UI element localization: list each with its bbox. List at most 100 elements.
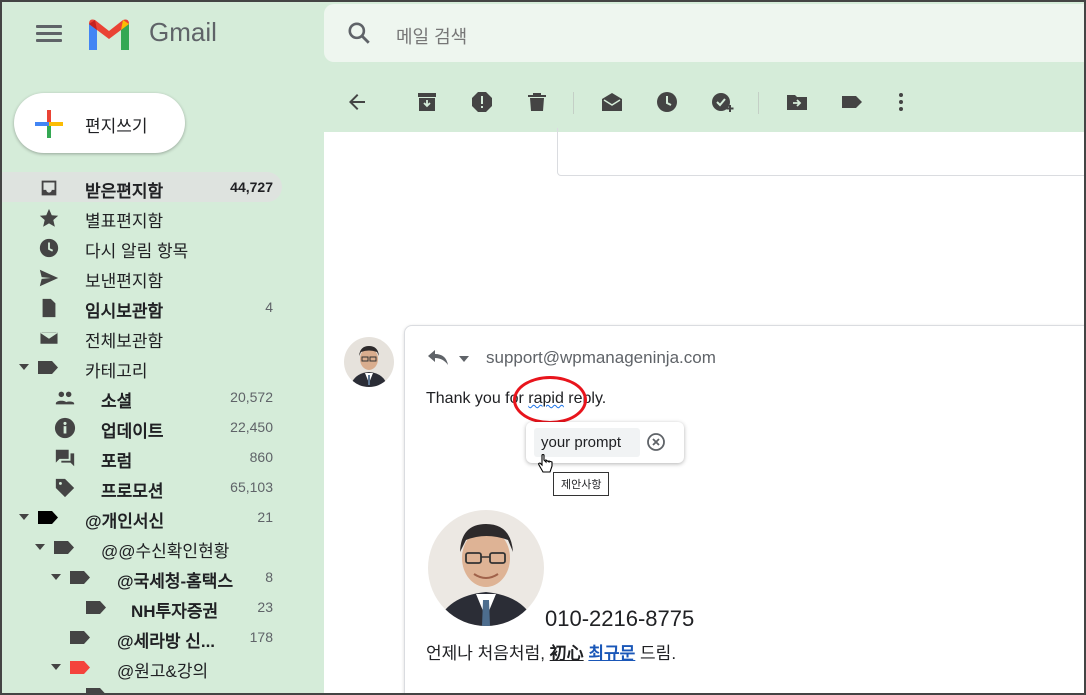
expand-arrow-icon[interactable] (51, 664, 61, 670)
archive-icon[interactable] (415, 90, 439, 114)
compose-button[interactable]: 편지쓰기 (14, 93, 185, 153)
message-view: support@wpmanageninja.com Thank you for … (324, 128, 1086, 695)
forum-icon (55, 449, 75, 467)
sidebar-item-forums[interactable]: 포럼 860 (0, 442, 282, 472)
sidebar-item-inbox[interactable]: 받은편지함 44,727 (0, 172, 282, 202)
mail-icon (39, 330, 59, 346)
label-icon (70, 661, 90, 674)
toolbar-divider (573, 92, 574, 114)
sidebar-item-nts-hometax[interactable]: @국세청-홈택스 8 (0, 562, 282, 592)
sidebar-item-label: @개인서신 (85, 512, 165, 531)
label-icon (70, 631, 90, 644)
sidebar-item-label: 업데이트 (101, 422, 164, 441)
search-input[interactable]: 메일 검색 (396, 23, 467, 49)
unread-count: 178 (249, 629, 273, 645)
expand-arrow-icon[interactable] (51, 574, 61, 580)
star-icon (39, 208, 59, 227)
unread-count: 21 (257, 509, 273, 525)
unread-count: 23 (257, 599, 273, 615)
sidebar-item-partial[interactable] (0, 682, 282, 695)
sidebar-item-starred[interactable]: 별표편지함 (0, 202, 282, 232)
sidebar-item-label: 포럼 (101, 452, 133, 471)
compose-plus-icon (35, 110, 63, 138)
draft-icon (42, 298, 56, 318)
sidebar-item-updates[interactable]: 업데이트 22,450 (0, 412, 282, 442)
app-name: Gmail (149, 17, 217, 47)
sidebar-item-personal[interactable]: @개인서신 21 (0, 502, 282, 532)
suggestion-tooltip: 제안사항 (553, 472, 610, 496)
sidebar-item-label: 별표편지함 (85, 212, 164, 231)
reply-type-dropdown-icon[interactable] (459, 356, 469, 362)
sidebar-item-label: @세라방 신... (117, 632, 216, 651)
label-icon (86, 601, 106, 614)
sidebar-item-label: @국세청-홈택스 (117, 572, 234, 591)
sidebar-item-categories[interactable]: 카테고리 (0, 352, 282, 382)
add-task-icon[interactable] (710, 90, 734, 114)
signature-phone: 010-2216-8775 (545, 606, 695, 631)
label-icon (54, 541, 74, 554)
report-spam-icon[interactable] (470, 90, 494, 114)
sidebar-item-sent[interactable]: 보낸편지함 (0, 262, 282, 292)
highlight-circle (513, 376, 587, 424)
sidebar-item-all-mail[interactable]: 전체보관함 (0, 322, 282, 352)
hand-cursor-icon (538, 454, 553, 473)
sidebar-item-label: 보낸편지함 (85, 272, 164, 291)
signature-prefix: 언제나 처음처럼, (426, 644, 550, 663)
sidebar-item-serabang[interactable]: @세라방 신... 178 (0, 622, 282, 652)
info-icon (54, 417, 76, 439)
sidebar-item-drafts[interactable]: 임시보관함 4 (0, 292, 282, 322)
message-toolbar (324, 72, 1086, 132)
previous-message-card (557, 128, 1086, 176)
expand-arrow-icon[interactable] (19, 364, 29, 370)
unread-count: 22,450 (230, 419, 273, 435)
sidebar-item-label: 소셜 (101, 392, 133, 411)
expand-arrow-icon[interactable] (19, 514, 29, 520)
tag-icon (55, 478, 75, 498)
sidebar-item-nh-securities[interactable]: NH투자증권 23 (0, 592, 282, 622)
dismiss-suggestion-icon[interactable] (646, 432, 666, 452)
sidebar-item-label: 임시보관함 (85, 302, 164, 321)
signature-suffix: 드림. (635, 644, 677, 663)
main-menu-icon[interactable] (36, 22, 62, 44)
expand-arrow-icon[interactable] (35, 544, 45, 550)
unread-count: 4 (265, 299, 273, 315)
reply-compose-card[interactable]: support@wpmanageninja.com Thank you for … (404, 325, 1086, 695)
unread-count: 860 (249, 449, 273, 465)
more-vert-icon[interactable] (889, 90, 913, 114)
sidebar-item-label: @@수신확인현황 (101, 542, 230, 561)
sidebar-item-manuscripts[interactable]: @원고&강의 (0, 652, 282, 682)
label-icon (38, 511, 58, 524)
signature-chinese: 初心 (549, 644, 584, 664)
delete-icon[interactable] (525, 90, 549, 114)
sidebar-item-social[interactable]: 소셜 20,572 (0, 382, 282, 412)
move-to-icon[interactable] (785, 90, 809, 114)
unread-count: 8 (265, 569, 273, 585)
unread-count: 20,572 (230, 389, 273, 405)
send-icon (39, 269, 59, 287)
recipient-address[interactable]: support@wpmanageninja.com (486, 348, 716, 368)
snooze-icon[interactable] (655, 90, 679, 114)
label-icon (38, 361, 58, 374)
label-icon (86, 688, 106, 695)
sidebar-item-label: NH투자증권 (131, 602, 219, 621)
sidebar-item-label: 전체보관함 (85, 332, 164, 351)
signature-name-link[interactable]: 최규문 (588, 644, 635, 663)
back-arrow-icon[interactable] (345, 90, 369, 114)
label-icon[interactable] (840, 90, 864, 114)
mark-unread-icon[interactable] (600, 90, 624, 114)
sidebar-item-label: @원고&강의 (117, 662, 209, 681)
unread-count: 65,103 (230, 479, 273, 495)
sidebar-item-promotions[interactable]: 프로모션 65,103 (0, 472, 282, 502)
people-icon (55, 391, 75, 405)
sidebar-item-receipt-status[interactable]: @@수신확인현황 (0, 532, 282, 562)
search-bar[interactable]: 메일 검색 (324, 4, 1086, 62)
header: Gmail 메일 검색 (0, 0, 1086, 70)
reply-icon[interactable] (427, 348, 449, 366)
sidebar-item-label: 받은편지함 (85, 182, 164, 201)
sidebar-item-snoozed[interactable]: 다시 알림 항목 (0, 232, 282, 262)
suggestion-chip[interactable]: your prompt (534, 428, 640, 457)
toolbar-divider (758, 92, 759, 114)
signature-photo (428, 510, 544, 626)
label-icon (70, 571, 90, 584)
search-icon[interactable] (346, 20, 372, 46)
